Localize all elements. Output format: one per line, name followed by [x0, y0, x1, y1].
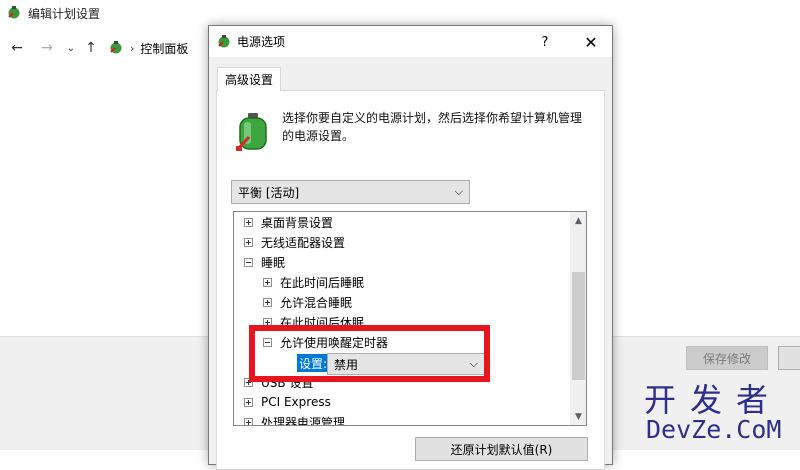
power-plan-select[interactable]: 平衡 [活动] ⌵	[231, 180, 470, 204]
up-button[interactable]: ↑	[82, 38, 100, 58]
control-panel-icon	[108, 39, 124, 58]
tree-item[interactable]: 无线适配器设置	[244, 232, 345, 252]
tree-item[interactable]: 桌面背景设置	[244, 212, 333, 232]
highlight-annotation-box	[249, 325, 490, 382]
tree-item-label: 桌面背景设置	[261, 215, 334, 230]
tree-item-label: 允许混合睡眠	[280, 295, 353, 310]
breadcrumb-control-panel[interactable]: 控制面板	[140, 40, 188, 57]
expand-plus-icon[interactable]	[244, 217, 253, 227]
breadcrumb-separator-icon: ›	[130, 41, 135, 55]
power-options-icon	[6, 4, 22, 23]
forward-button[interactable]: →	[38, 38, 56, 58]
scroll-up-arrow-icon[interactable]: ▲	[570, 214, 586, 228]
dialog-description: 选择你要自定义的电源计划，然后选择你希望计算机管理的电源设置。	[282, 111, 583, 143]
expand-plus-icon[interactable]	[263, 277, 272, 287]
arrow-left-icon: ←	[11, 40, 23, 56]
expand-plus-icon[interactable]	[244, 237, 253, 247]
tree-item[interactable]: 处理器电源管理	[244, 412, 346, 426]
help-button[interactable]: ?	[531, 31, 559, 53]
scrollbar-thumb[interactable]	[572, 272, 585, 380]
power-options-icon	[216, 33, 232, 52]
dialog-title: 电源选项	[237, 35, 286, 49]
tree-item-label: 在此时间后睡眠	[280, 275, 365, 290]
tree-item-label: 处理器电源管理	[261, 415, 346, 426]
arrow-up-icon: ↑	[85, 40, 97, 56]
tree-item[interactable]: 在此时间后睡眠	[263, 272, 364, 292]
arrow-right-icon: →	[41, 40, 53, 56]
tree-item[interactable]: PCI Express	[244, 392, 331, 412]
chevron-down-icon: ⌵	[454, 185, 463, 198]
power-options-dialog: 电源选项 ? ✕ 高级设置 选择你要自定义的电源计划，然后选择你希望计算机管理的…	[208, 25, 613, 470]
devze-watermark: 开发者 DevZe.CoM	[636, 382, 796, 444]
recent-locations-button[interactable]: ⌄	[62, 38, 80, 58]
tree-item-label: PCI Express	[261, 395, 331, 409]
tree-item-label: 无线适配器设置	[261, 235, 346, 250]
power-plan-battery-icon	[236, 113, 270, 154]
settings-tree[interactable]: 桌面背景设置 无线适配器设置 睡眠 在此时间后睡眠 允许混合睡眠 在此时间后休眠 允许使用唤…	[233, 211, 587, 426]
restore-plan-defaults-button[interactable]: 还原计划默认值(R)	[415, 437, 588, 461]
expand-plus-icon[interactable]	[244, 397, 253, 407]
tab-advanced-settings[interactable]: 高级设置	[217, 67, 281, 91]
scroll-down-arrow-icon[interactable]: ▼	[570, 410, 586, 424]
window-title-bar: 编辑计划设置	[6, 3, 100, 23]
tree-item[interactable]: 允许混合睡眠	[263, 292, 352, 312]
collapse-minus-icon[interactable]	[244, 257, 253, 267]
vertical-scrollbar[interactable]: ▲ ▼	[570, 212, 586, 425]
watermark-chinese-text: 开发者	[644, 381, 783, 419]
expand-plus-icon[interactable]	[244, 417, 253, 425]
window-title: 编辑计划设置	[28, 6, 101, 21]
breadcrumb: › 控制面板	[108, 38, 188, 58]
tree-item[interactable]: 睡眠	[244, 252, 285, 272]
chevron-down-icon: ⌄	[66, 42, 76, 54]
close-button[interactable]: ✕	[577, 31, 605, 53]
tree-item-label: 睡眠	[261, 255, 286, 270]
cancel-button[interactable]	[778, 346, 800, 370]
power-plan-value: 平衡 [活动]	[238, 185, 300, 200]
back-button[interactable]: ←	[8, 38, 26, 58]
dialog-title-bar[interactable]: 电源选项 ? ✕	[209, 26, 612, 57]
expand-plus-icon[interactable]	[263, 297, 272, 307]
watermark-domain-text: DevZe.CoM	[646, 415, 782, 444]
save-changes-button[interactable]: 保存修改	[686, 346, 768, 370]
